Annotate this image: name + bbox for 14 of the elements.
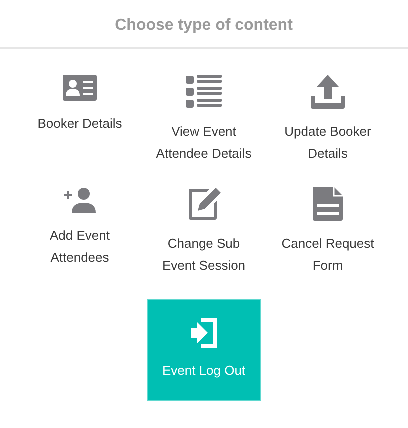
id-card-icon: [63, 75, 97, 101]
content-type-tile[interactable]: Cancel Request Form: [271, 187, 385, 291]
edit-icon: [186, 187, 222, 221]
upload-icon: [311, 75, 345, 109]
sign-in-icon: [191, 318, 217, 348]
content-type-tile[interactable]: Booker Details: [23, 75, 137, 179]
add-person-icon: [64, 187, 96, 213]
content-type-tile[interactable]: Change Sub Event Session: [147, 187, 261, 291]
document-icon: [313, 187, 343, 221]
dialog-title: Choose type of content: [115, 16, 293, 36]
content-type-tile[interactable]: Add Event Attendees: [23, 187, 137, 291]
content-type-tile[interactable]: View Event Attendee Details: [147, 75, 261, 179]
content-type-tile[interactable]: Update Booker Details: [271, 75, 385, 179]
list-icon: [186, 75, 222, 109]
